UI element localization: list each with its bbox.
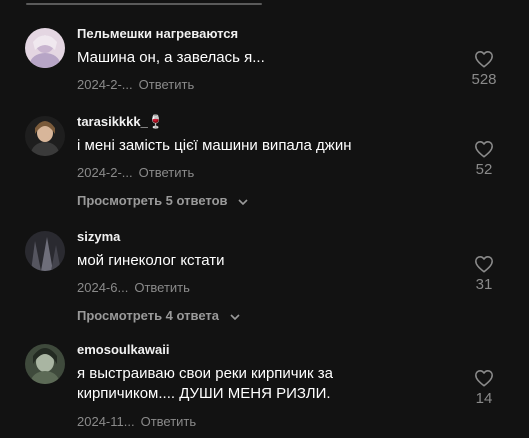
comment-date: 2024-2-... <box>77 77 133 92</box>
like-count: 14 <box>475 390 493 407</box>
comment-meta: 2024-11... Ответить <box>77 414 196 429</box>
view-replies-label: Просмотреть 5 ответов <box>77 193 228 208</box>
comment-item: tarasikkkk_🍷 і мені замість цієї машини … <box>0 114 529 216</box>
reply-button[interactable]: Ответить <box>139 77 195 92</box>
like-count: 528 <box>471 71 497 88</box>
comment-meta: 2024-2-... Ответить <box>77 77 194 92</box>
comment-text: я выстраиваю свои реки кирпичик за кирпи… <box>77 365 333 402</box>
comment-item: Пельмешки нагреваются Машина он, а завел… <box>0 26 529 100</box>
like-button[interactable]: 14 <box>464 369 504 407</box>
like-button[interactable]: 52 <box>464 140 504 178</box>
view-replies-label: Просмотреть 4 ответа <box>77 308 219 323</box>
avatar[interactable] <box>25 116 65 156</box>
comment-text: Машина он, а завелась я... <box>77 49 265 66</box>
comment-text: і мені замість цієї машини випала джин <box>77 137 352 154</box>
view-replies-button[interactable]: Просмотреть 4 ответа <box>77 308 240 323</box>
comment-item: emosoulkawaii я выстраиваю свои реки кир… <box>0 342 529 438</box>
comment-username[interactable]: tarasikkkk_🍷 <box>77 114 164 130</box>
reply-button[interactable]: Ответить <box>134 280 190 295</box>
heart-icon <box>475 141 493 158</box>
like-count: 31 <box>475 276 493 293</box>
comment-username[interactable]: sizyma <box>77 229 120 244</box>
comment-item: sizyma мой гинеколог кстати 2024-6... Отв… <box>0 229 529 331</box>
reply-button[interactable]: Ответить <box>141 414 197 429</box>
heart-icon <box>475 51 493 68</box>
avatar[interactable] <box>25 231 65 271</box>
avatar[interactable] <box>25 28 65 68</box>
tab-indicator <box>26 3 262 5</box>
comment-username[interactable]: emosoulkawaii <box>77 342 169 357</box>
comment-date: 2024-6... <box>77 280 129 295</box>
comment-meta: 2024-2-... Ответить <box>77 165 194 180</box>
like-button[interactable]: 31 <box>464 255 504 293</box>
comment-meta: 2024-6... Ответить <box>77 280 190 295</box>
view-replies-button[interactable]: Просмотреть 5 ответов <box>77 193 248 208</box>
heart-icon <box>475 256 493 273</box>
reply-button[interactable]: Ответить <box>139 165 195 180</box>
comment-date: 2024-2-... <box>77 165 133 180</box>
chevron-down-icon <box>238 198 248 205</box>
like-count: 52 <box>475 161 493 178</box>
heart-icon <box>475 370 493 387</box>
comment-text: мой гинеколог кстати <box>77 252 225 269</box>
chevron-down-icon <box>230 313 240 320</box>
avatar[interactable] <box>25 344 65 384</box>
comment-username[interactable]: Пельмешки нагреваются <box>77 26 238 41</box>
like-button[interactable]: 528 <box>464 50 504 88</box>
comment-date: 2024-11... <box>77 414 135 429</box>
